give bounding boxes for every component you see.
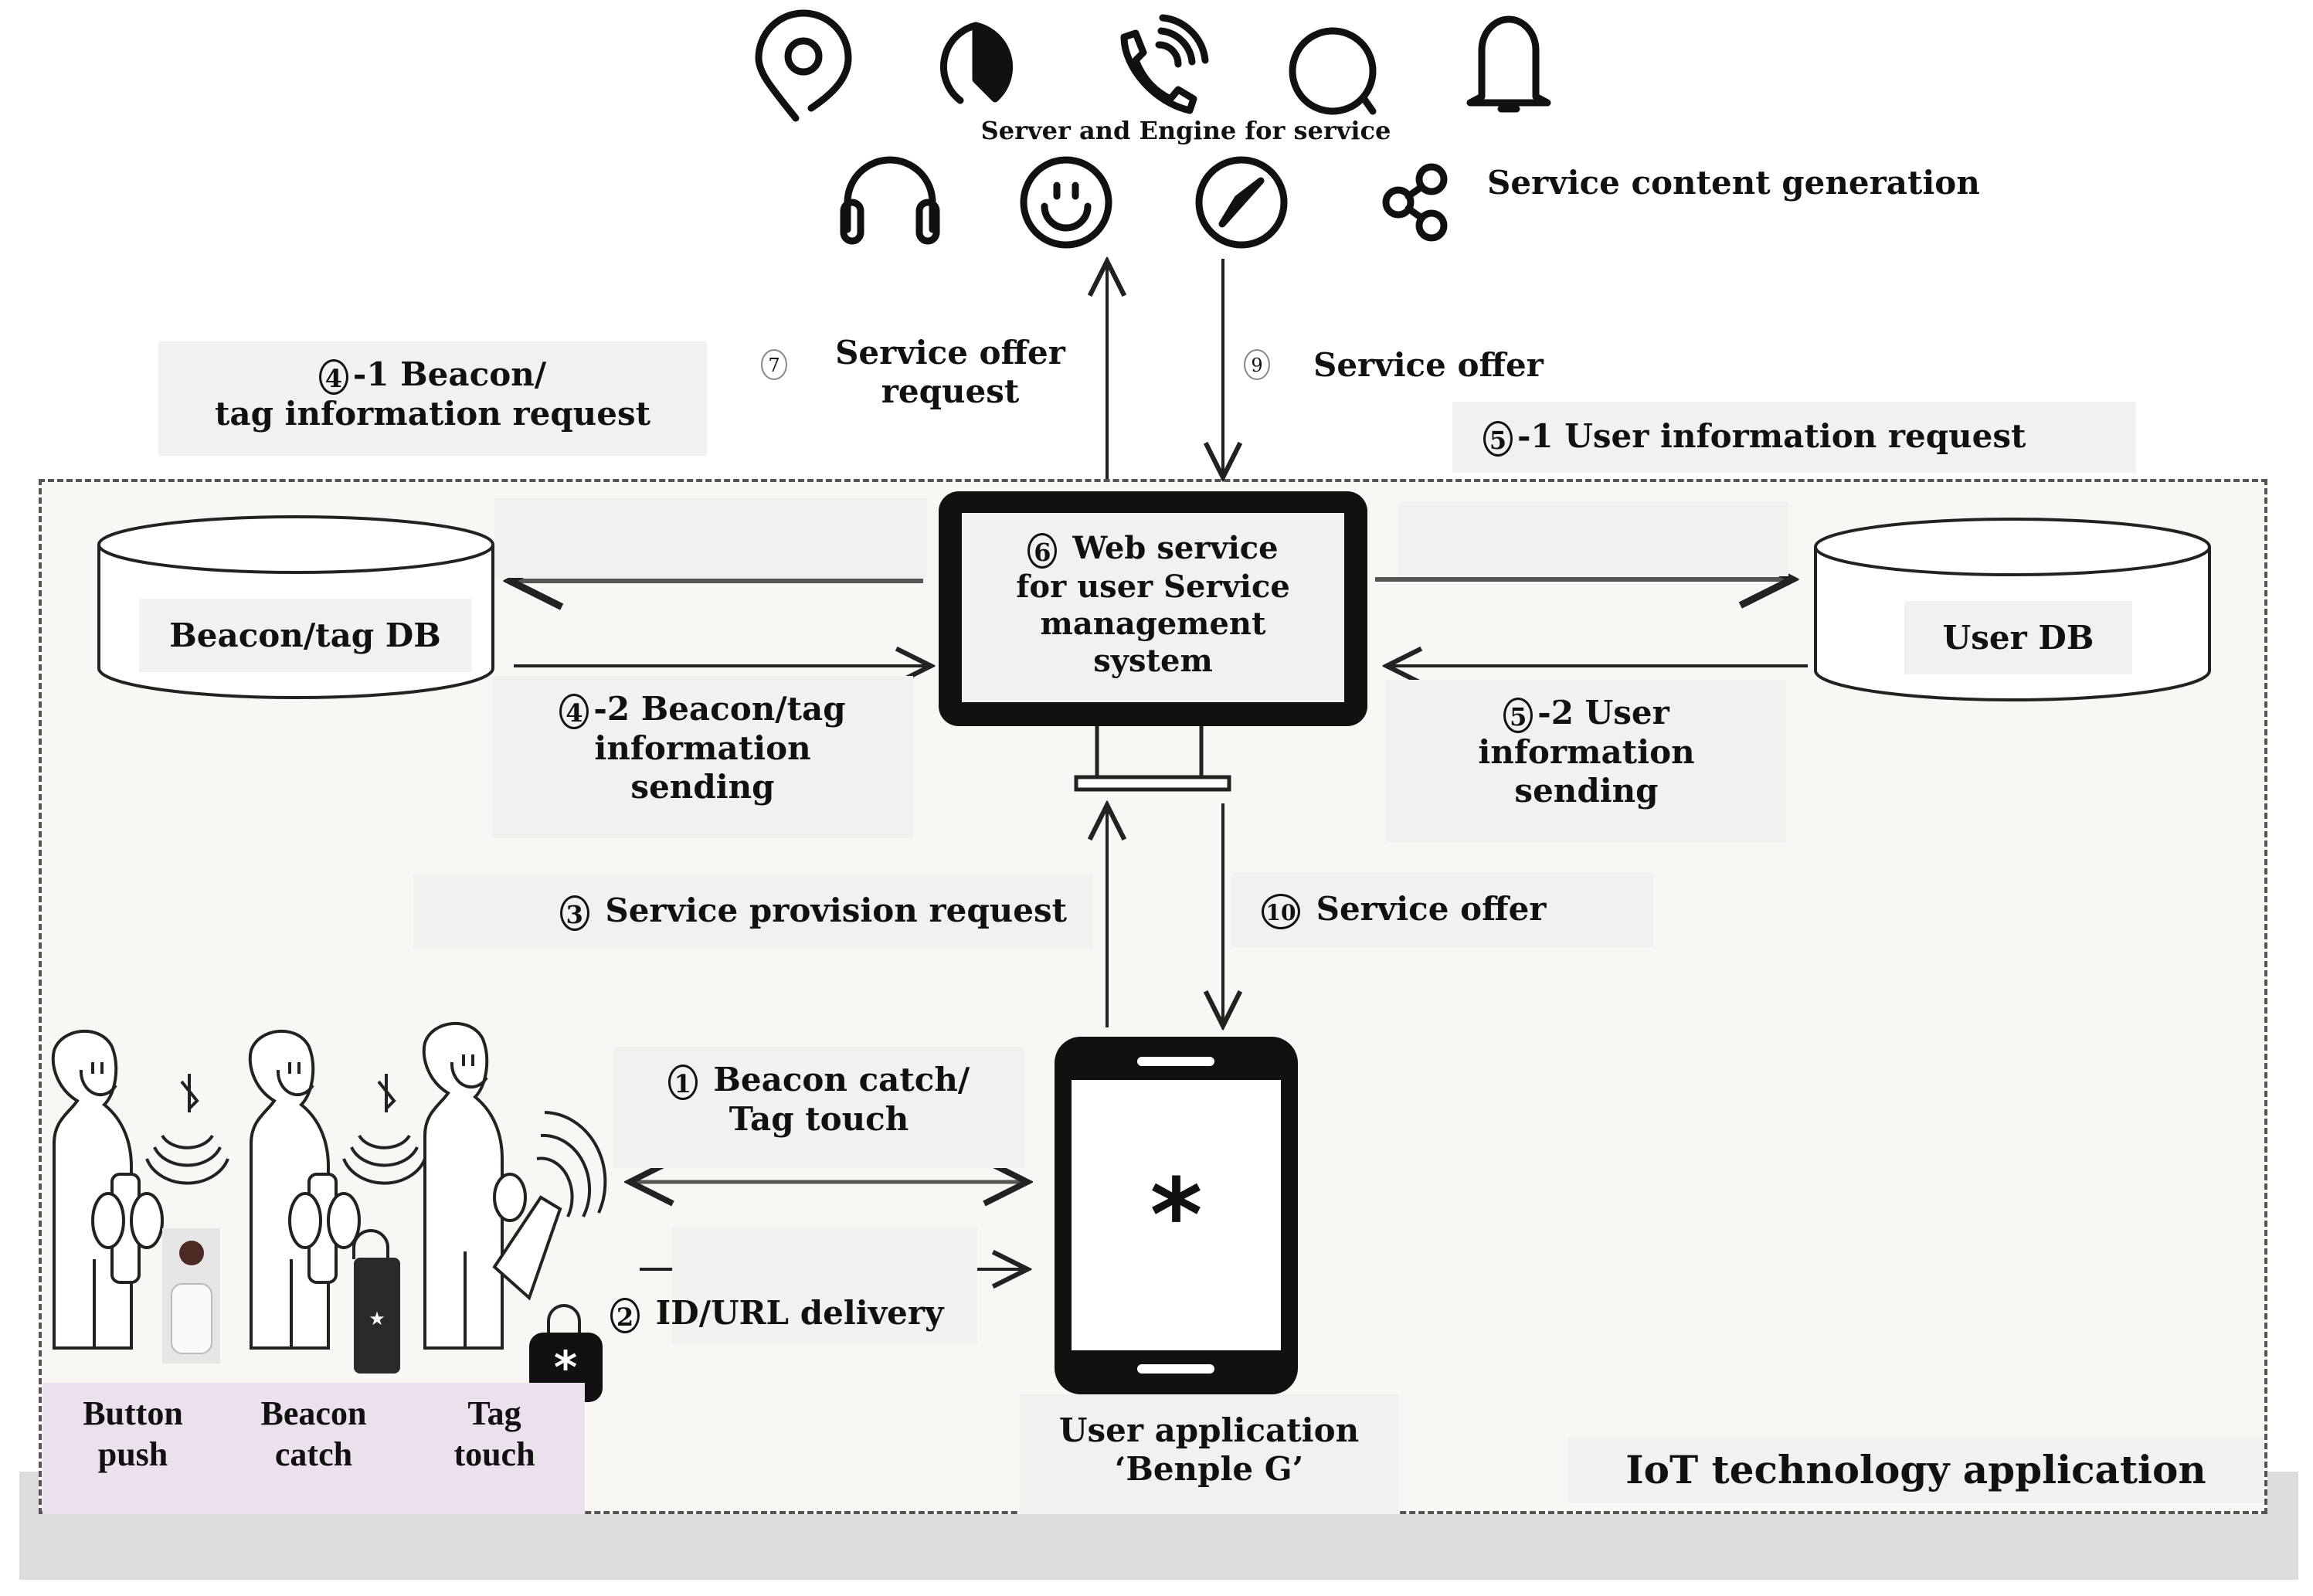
step-4-1-label: 4 -1 Beacon/ tag information request	[158, 341, 707, 456]
action-tag-touch: Tag touch	[453, 1394, 535, 1473]
beacon-db-label: Beacon/tag DB	[139, 599, 471, 672]
person-tag-touch-icon	[422, 1021, 562, 1350]
bluetooth-signal-icon	[145, 1074, 229, 1185]
person-beacon-catch-icon	[248, 1029, 361, 1350]
step-2-label: 2 ID/URL delivery	[610, 1294, 943, 1333]
web-service-monitor: 6 Web service for user Service managemen…	[939, 491, 1367, 726]
step-1-label: 1 Beacon catch/ Tag touch	[614, 1047, 1024, 1168]
bluetooth-signal-icon	[342, 1074, 426, 1185]
app-logo-icon: *	[1072, 1080, 1281, 1350]
user-db-label: User DB	[1904, 601, 2132, 674]
action-button-push: Button push	[83, 1394, 183, 1473]
band-4-1	[494, 498, 927, 578]
step-3-label: 3 Service provision request	[413, 874, 1093, 949]
user-figures: ★ *	[51, 1021, 607, 1402]
person-button-push-icon	[51, 1029, 164, 1350]
web-service-label: 6 Web service for user Service managemen…	[962, 513, 1344, 702]
action-labels: Button push Beacon catch Tag touch	[42, 1383, 585, 1514]
step-number: 4	[318, 359, 348, 395]
step-9-number: 9	[1244, 349, 1275, 380]
step-5-1-label: 5 -1 User information request	[1452, 402, 2136, 473]
iot-application-label: IoT technology application	[1568, 1437, 2264, 1503]
step-4-2-label: 4 -2 Beacon/tag information sending	[492, 676, 913, 838]
step-7-label: Service offer request	[835, 334, 1065, 411]
phone-home-button	[1137, 1364, 1214, 1374]
user-app-phone: *	[1055, 1037, 1298, 1394]
svg-text:★: ★	[369, 1308, 386, 1329]
phone-speaker	[1137, 1057, 1214, 1066]
step-5-2-label: 5 -2 User information sending	[1387, 680, 1786, 842]
monitor-stand	[1074, 726, 1231, 792]
action-beacon-catch: Beacon catch	[260, 1394, 367, 1473]
band-5-1	[1398, 502, 1788, 576]
user-app-label: User application ‘Benple G’	[1020, 1394, 1398, 1514]
step-10-label: 10 Service offer	[1232, 873, 1653, 947]
step-9-label: Service offer	[1313, 346, 1544, 384]
step-7-number: 7	[761, 349, 792, 380]
